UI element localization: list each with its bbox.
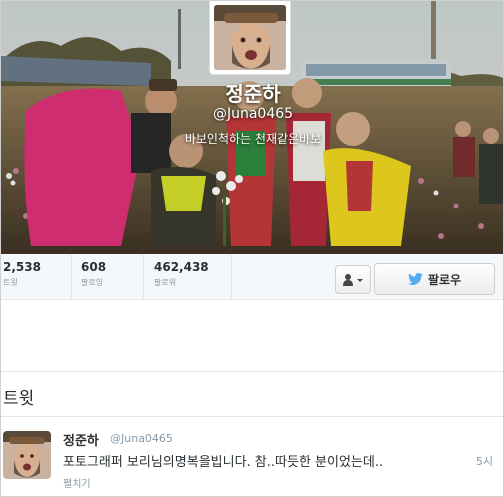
stat-following-value: 608 [81,260,107,274]
tweets-section-title: 트윗 [3,389,35,409]
follow-button[interactable]: 팔로우 [374,263,495,295]
tweet-text: 포토그래퍼 보리님의명복을빕니다. 참..따듯한 분이었는데.. [63,455,384,470]
tweet-expand-link[interactable]: 펼치기 [63,475,91,490]
stat-following-label: 팔로잉 [81,278,104,287]
user-actions-dropdown-button[interactable] [335,265,371,294]
tweet-timestamp[interactable]: 5시 [476,453,493,469]
tweet-item[interactable]: 정준하 @Juna0465 5시 포토그래퍼 보리님의명복을빕니다. 참..따듯… [1,418,503,496]
stat-followers-value: 462,438 [154,260,209,274]
profile-avatar[interactable] [209,1,291,75]
tweet-author-name[interactable]: 정준하 [63,430,99,449]
avatar-face-illustration [214,5,286,70]
stat-tweets[interactable]: 2,538 트윗 [3,260,41,288]
twitter-bird-icon [408,273,423,285]
profile-header-photo: 정준하 @Juna0465 바보인척하는 천재같은바보 [1,1,503,254]
user-icon [343,273,363,286]
tweet-avatar-image [3,431,51,479]
profile-bio: 바보인척하는 천재같은바보 [184,132,322,146]
tweet-avatar[interactable] [3,431,51,479]
spacer [1,301,503,371]
profile-name: 정준하 [225,82,281,106]
stat-following[interactable]: 608 팔로잉 [81,260,106,288]
tweets-section-header: 트윗 [1,371,503,417]
tweet-author-handle[interactable]: @Juna0465 [110,432,173,445]
stat-followers[interactable]: 462,438 팔로워 [154,260,209,288]
stat-tweets-value: 2,538 [3,260,41,274]
profile-handle[interactable]: @Juna0465 [1,106,503,122]
follow-button-label: 팔로우 [427,272,462,287]
avatar-image [214,5,286,70]
stat-followers-label: 팔로워 [154,278,177,287]
stat-divider [143,254,144,300]
stat-divider [231,254,232,300]
stat-divider [71,254,72,300]
profile-page: 정준하 @Juna0465 바보인척하는 천재같은바보 2,538 트윗 608… [0,0,504,497]
chevron-down-icon [357,278,363,282]
stat-tweets-label: 트윗 [3,278,18,287]
